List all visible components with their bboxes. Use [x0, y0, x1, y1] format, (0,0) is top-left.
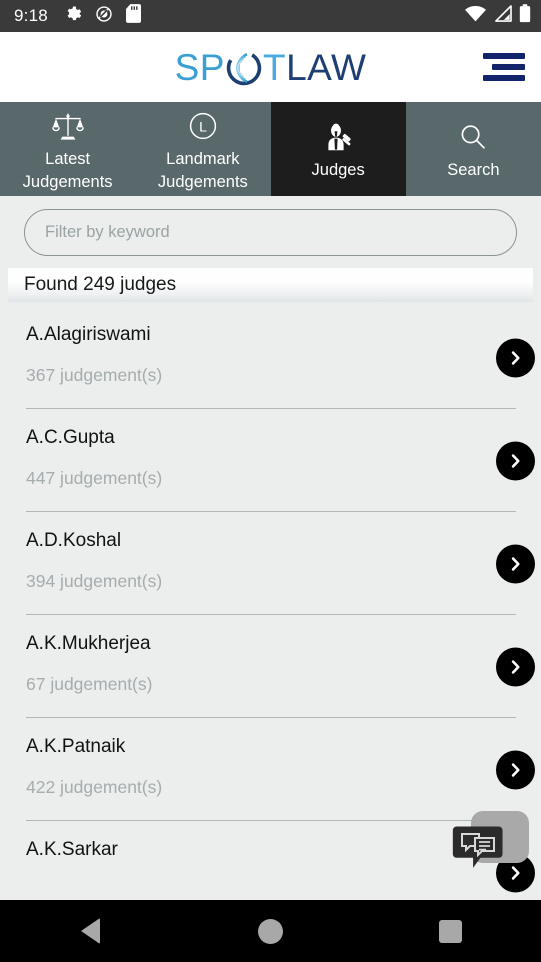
tab-search[interactable]: Search	[406, 102, 541, 196]
logo-swirl-o-icon	[226, 50, 262, 86]
tab-latest-judgements[interactable]: Latest Judgements	[0, 102, 135, 196]
chevron-right-icon[interactable]	[496, 750, 535, 789]
android-navigation-bar	[0, 900, 541, 962]
do-not-disturb-icon	[95, 5, 113, 28]
status-bar: 9:18	[0, 0, 541, 32]
judge-name: A.K.Sarkar	[26, 839, 118, 860]
svg-text:L: L	[199, 119, 207, 135]
list-item[interactable]: A.K.Sarkar	[26, 821, 535, 900]
chevron-right-icon[interactable]	[496, 441, 535, 480]
list-item[interactable]: A.D.Koshal 394 judgement(s)	[26, 512, 535, 615]
chevron-right-icon[interactable]	[496, 544, 535, 583]
status-bar-clock: 9:18	[14, 6, 48, 25]
list-item[interactable]: A.K.Patnaik 422 judgement(s)	[26, 718, 535, 821]
app-header: SP TLAW	[0, 32, 541, 102]
list-item[interactable]: A.C.Gupta 447 judgement(s)	[26, 409, 535, 512]
tab-label: Judges	[311, 161, 365, 180]
judge-count: 422 judgement(s)	[26, 777, 163, 797]
judge-name: A.D.Koshal	[26, 530, 122, 551]
chevron-right-icon[interactable]	[496, 647, 535, 686]
status-bar-system-icons	[465, 4, 531, 28]
sd-card-icon	[125, 4, 141, 28]
judge-gavel-icon	[323, 120, 354, 154]
cell-signal-icon	[493, 5, 512, 27]
logo-text-t: T	[262, 46, 287, 88]
spotlaw-logo: SP TLAW	[0, 49, 541, 86]
back-triangle-icon[interactable]	[60, 900, 120, 962]
judge-name: A.K.Mukherjea	[26, 633, 151, 654]
list-item[interactable]: A.Alagiriswami 367 judgement(s)	[26, 306, 535, 409]
judge-name: A.K.Patnaik	[26, 736, 126, 757]
tab-label: Latest Judgements	[22, 150, 113, 191]
tab-landmark-judgements[interactable]: L Landmark Judgements	[135, 102, 270, 196]
judge-name: A.Alagiriswami	[26, 324, 151, 345]
results-count-bar: Found 249 judges	[8, 268, 533, 302]
main-tab-bar: Latest Judgements L Landmark Judgements	[0, 102, 541, 196]
judge-count: 447 judgement(s)	[26, 468, 163, 488]
scales-of-justice-icon	[51, 109, 84, 143]
judge-count: 67 judgement(s)	[26, 674, 153, 694]
tab-label: Search	[447, 161, 500, 180]
judge-name: A.C.Gupta	[26, 427, 115, 448]
tab-judges[interactable]: Judges	[270, 102, 406, 196]
logo-text-law: LAW	[286, 46, 367, 88]
chevron-right-icon[interactable]	[496, 338, 535, 377]
landmark-circle-l-icon: L	[188, 109, 218, 143]
filter-bar	[0, 196, 541, 268]
home-circle-icon[interactable]	[240, 900, 300, 962]
wifi-icon	[465, 5, 486, 27]
chat-bubbles-icon	[451, 821, 509, 873]
judge-count: 367 judgement(s)	[26, 365, 163, 385]
filter-keyword-input[interactable]	[24, 209, 517, 256]
list-item[interactable]: A.K.Mukherjea 67 judgement(s)	[26, 615, 535, 718]
app-screen: 9:18 SP TLAW Latest Judgements L Landmar…	[0, 0, 541, 962]
chat-support-button[interactable]	[451, 805, 529, 875]
hamburger-menu-icon[interactable]	[483, 50, 525, 84]
logo-text-sp: SP	[174, 46, 225, 88]
recents-square-icon[interactable]	[421, 900, 481, 962]
status-bar-notification-icons	[64, 4, 141, 28]
judge-count: 394 judgement(s)	[26, 571, 163, 591]
magnifier-icon	[458, 120, 488, 154]
tab-label: Landmark Judgements	[157, 150, 248, 191]
gear-icon	[64, 5, 82, 28]
results-count-label: Found 249 judges	[24, 274, 177, 295]
battery-icon	[519, 4, 531, 28]
